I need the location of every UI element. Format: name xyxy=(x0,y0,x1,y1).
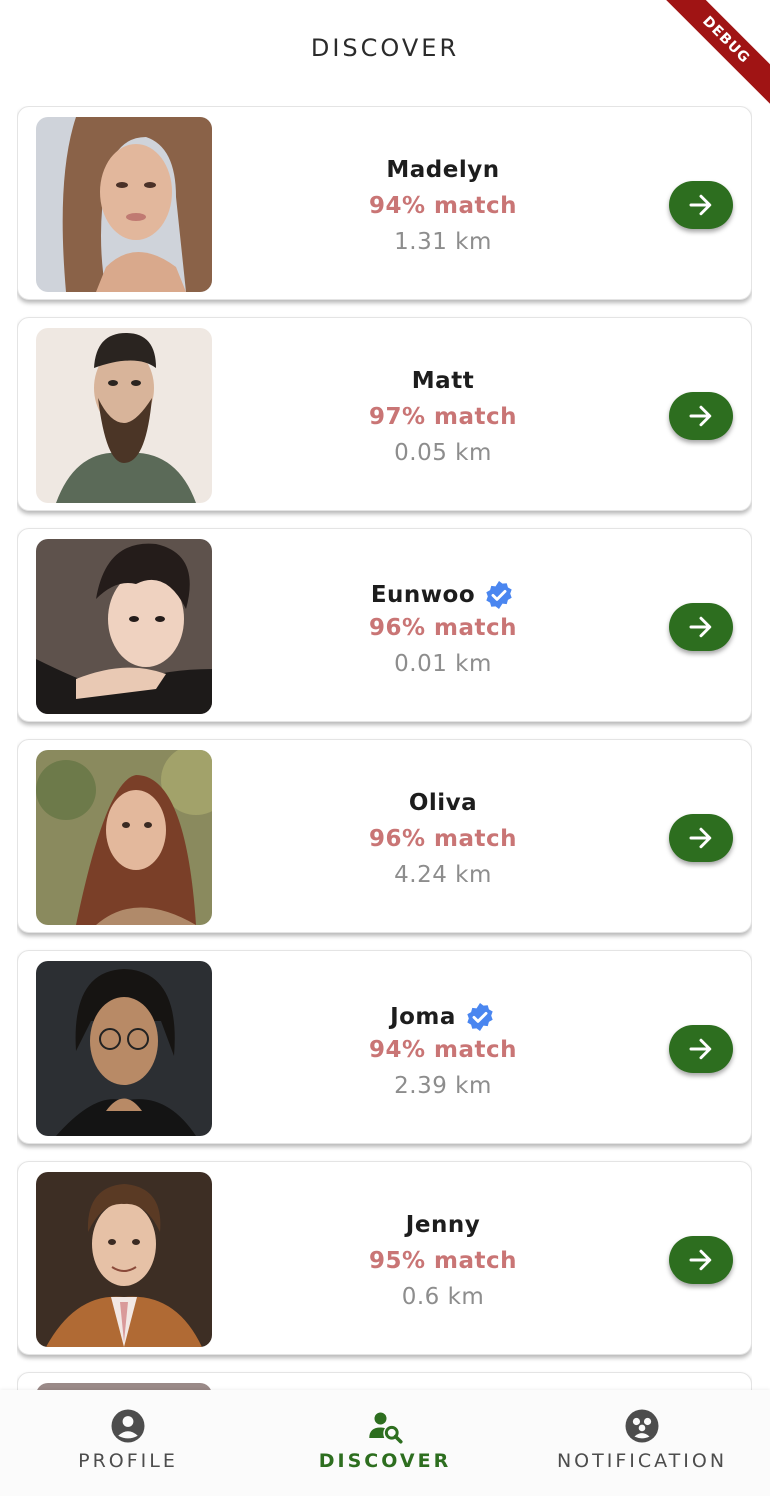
arrow-right-icon xyxy=(689,616,712,638)
person-name: Madelyn xyxy=(386,157,500,183)
person-name: Oliva xyxy=(408,790,478,816)
arrow-right-icon xyxy=(689,194,712,216)
distance: 0.05 km xyxy=(394,440,492,466)
person-circle-icon xyxy=(111,1409,145,1443)
profile-card[interactable]: Jenny 95% match 0.6 km xyxy=(17,1161,752,1355)
profile-photo xyxy=(36,117,212,292)
profile-card[interactable]: Oliva 96% match 4.24 km xyxy=(17,739,752,933)
match-percent: 94% match xyxy=(368,1037,518,1063)
verified-badge-icon xyxy=(467,1003,493,1031)
profile-card[interactable]: Matt 97% match 0.05 km xyxy=(17,317,752,511)
distance: 0.01 km xyxy=(394,651,492,677)
page-title: DISCOVER xyxy=(310,34,460,62)
profile-photo xyxy=(36,328,212,503)
person-name: Jenny xyxy=(405,1212,481,1238)
nav-label: PROFILE xyxy=(78,1450,178,1472)
distance: 0.6 km xyxy=(401,1284,485,1310)
profile-photo xyxy=(36,1383,212,1390)
person-name: Matt xyxy=(411,368,475,394)
open-profile-button[interactable] xyxy=(669,392,733,440)
open-profile-button[interactable] xyxy=(669,814,733,862)
profile-card[interactable]: Eunwoo 96% match 0.01 km xyxy=(17,528,752,722)
nav-notification[interactable]: NOTIFICATION xyxy=(514,1390,770,1490)
group-circle-icon xyxy=(625,1409,659,1443)
discover-list[interactable]: Madelyn 94% match 1.31 km Matt 97% match… xyxy=(17,106,752,1390)
person-name: Eunwoo xyxy=(370,582,476,608)
nav-label: NOTIFICATION xyxy=(556,1450,728,1472)
arrow-right-icon xyxy=(689,1249,712,1271)
open-profile-button[interactable] xyxy=(669,603,733,651)
distance: 2.39 km xyxy=(394,1073,492,1099)
profile-photo xyxy=(36,750,212,925)
profile-photo xyxy=(36,1172,212,1347)
person-name: Joma xyxy=(390,1004,456,1030)
match-percent: 94% match xyxy=(368,193,518,219)
distance: 4.24 km xyxy=(394,862,492,888)
match-percent: 95% match xyxy=(368,1248,518,1274)
match-percent: 96% match xyxy=(368,826,518,852)
profile-photo xyxy=(36,961,212,1136)
profile-card[interactable]: Joma 94% match 2.39 km xyxy=(17,950,752,1144)
arrow-right-icon xyxy=(689,405,712,427)
match-percent: 97% match xyxy=(368,404,518,430)
distance: 1.31 km xyxy=(394,229,492,255)
open-profile-button[interactable] xyxy=(669,1236,733,1284)
arrow-right-icon xyxy=(689,1038,712,1060)
nav-profile[interactable]: PROFILE xyxy=(0,1390,256,1490)
profile-card[interactable]: Madelyn 94% match 1.31 km xyxy=(17,106,752,300)
match-percent: 96% match xyxy=(368,615,518,641)
arrow-right-icon xyxy=(689,827,712,849)
nav-label: DISCOVER xyxy=(318,1450,452,1472)
person-search-icon xyxy=(369,1412,403,1444)
profile-photo xyxy=(36,539,212,714)
open-profile-button[interactable] xyxy=(669,181,733,229)
profile-card[interactable] xyxy=(17,1372,752,1390)
nav-discover[interactable]: DISCOVER xyxy=(257,1390,513,1490)
open-profile-button[interactable] xyxy=(669,1025,733,1073)
bottom-navigation: PROFILE DISCOVER NOTIFICATION xyxy=(0,1390,770,1496)
verified-badge-icon xyxy=(486,581,512,609)
